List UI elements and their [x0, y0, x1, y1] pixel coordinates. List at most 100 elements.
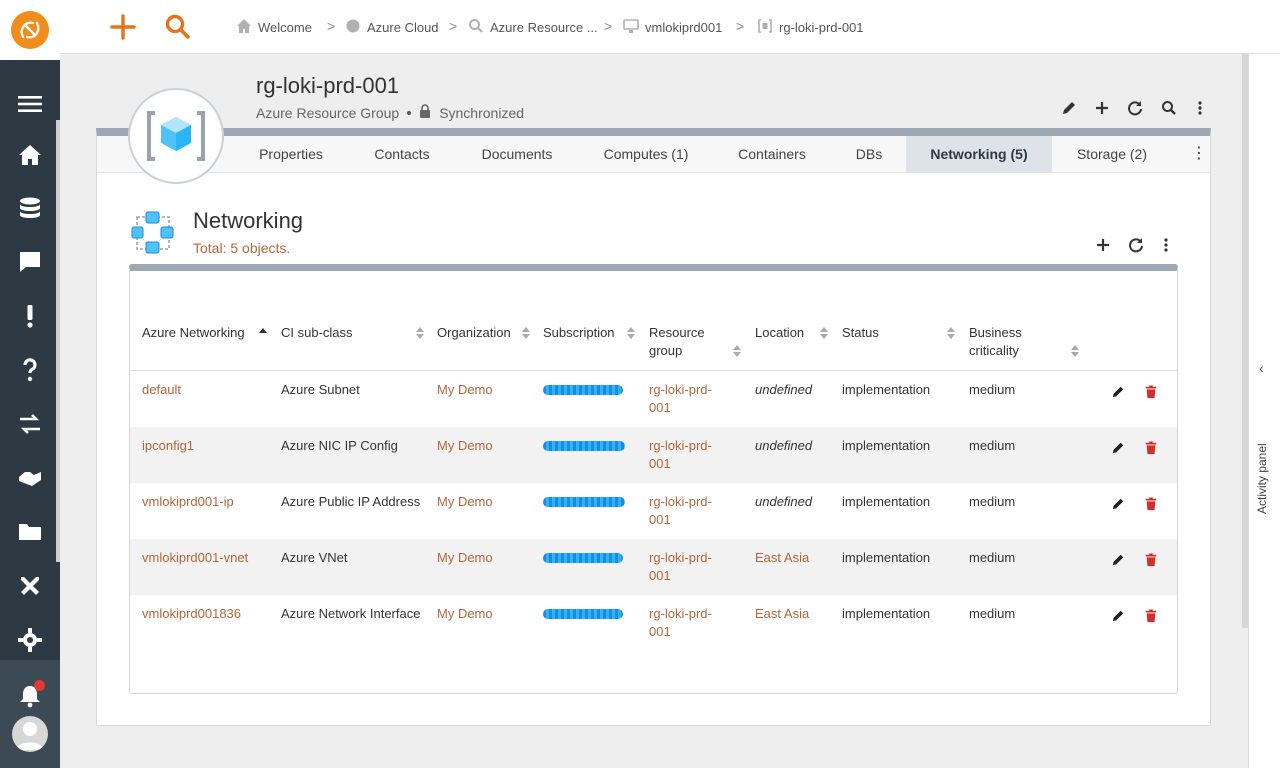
column-header-azure-networking[interactable]: Azure Networking — [142, 324, 245, 342]
user-avatar[interactable] — [12, 716, 48, 752]
breadcrumb-azure-resource[interactable]: Azure Resource ... — [468, 18, 598, 37]
tab-properties[interactable]: Properties — [242, 136, 340, 172]
cell-location: undefined — [755, 494, 813, 509]
table-row[interactable]: default Azure Subnet My Demo rg-loki-prd… — [130, 371, 1177, 427]
more-options-icon[interactable] — [1192, 100, 1210, 118]
logo-area — [0, 0, 60, 60]
cell-organization[interactable]: My Demo — [437, 549, 493, 567]
app-logo-icon[interactable] — [11, 11, 49, 49]
alert-icon[interactable] — [0, 290, 60, 342]
folder-icon[interactable] — [0, 506, 60, 558]
transfer-icon[interactable] — [0, 398, 60, 450]
menu-icon[interactable] — [0, 78, 60, 130]
delete-icon[interactable] — [1144, 497, 1160, 513]
sort-icon[interactable] — [416, 326, 424, 340]
chevron-left-icon[interactable]: ‹ — [1259, 360, 1264, 376]
tools-icon[interactable] — [0, 560, 60, 612]
tab-contacts[interactable]: Contacts — [359, 136, 445, 172]
column-header-business-criticality[interactable]: Business criticality — [969, 324, 1039, 360]
sort-icon[interactable] — [1071, 344, 1079, 358]
refresh-icon[interactable] — [1127, 100, 1145, 118]
search-icon[interactable] — [163, 12, 193, 42]
breadcrumb-azure-cloud[interactable]: Azure Cloud — [345, 18, 439, 37]
more-options-icon[interactable] — [1158, 237, 1176, 255]
refresh-icon[interactable] — [1128, 237, 1146, 255]
cell-name[interactable]: vmlokiprd001-vnet — [142, 549, 248, 567]
redacted-subscription — [543, 497, 625, 507]
breadcrumb-vm[interactable]: vmlokiprd001 — [623, 18, 722, 37]
search-icon[interactable] — [1161, 100, 1179, 118]
breadcrumb-resource-group[interactable]: rg-loki-prd-001 — [757, 18, 864, 37]
edit-icon[interactable] — [1111, 385, 1127, 401]
cell-resource-group[interactable]: rg-loki-prd-001 — [649, 381, 729, 417]
edit-icon[interactable] — [1111, 553, 1127, 569]
cell-status: implementation — [842, 382, 931, 397]
add-icon[interactable] — [1094, 100, 1112, 118]
handshake-icon[interactable] — [0, 452, 60, 504]
edit-icon[interactable] — [1111, 609, 1127, 625]
activity-panel-label[interactable]: Activity panel — [1255, 443, 1269, 514]
tab-networking[interactable]: Networking (5) — [906, 136, 1052, 172]
delete-icon[interactable] — [1144, 553, 1160, 569]
edit-icon[interactable] — [1061, 100, 1079, 118]
cell-criticality: medium — [969, 606, 1016, 621]
notifications-icon[interactable] — [0, 670, 60, 722]
cell-organization[interactable]: My Demo — [437, 437, 493, 455]
edit-icon[interactable] — [1111, 441, 1127, 457]
table-row[interactable]: vmlokiprd001-vnet Azure VNet My Demo rg-… — [130, 539, 1177, 595]
cell-subclass: Azure Subnet — [281, 382, 360, 397]
tab-computes[interactable]: Computes (1) — [590, 136, 702, 172]
settings-icon[interactable] — [0, 614, 60, 666]
delete-icon[interactable] — [1144, 609, 1160, 625]
tabs-more-icon[interactable]: ⋮ — [1191, 136, 1207, 172]
table-row[interactable]: vmlokiprd001836 Azure Network Interface … — [130, 595, 1177, 651]
cell-resource-group[interactable]: rg-loki-prd-001 — [649, 437, 729, 473]
cell-organization[interactable]: My Demo — [437, 605, 493, 623]
cell-organization[interactable]: My Demo — [437, 493, 493, 511]
sort-icon[interactable] — [733, 344, 741, 358]
tab-storage[interactable]: Storage (2) — [1065, 136, 1159, 172]
breadcrumb-welcome[interactable]: Welcome — [236, 18, 312, 37]
cell-location[interactable]: East Asia — [755, 549, 809, 567]
column-header-status[interactable]: Status — [842, 324, 879, 342]
tab-containers[interactable]: Containers — [723, 136, 821, 172]
tab-documents[interactable]: Documents — [465, 136, 569, 172]
sort-icon[interactable] — [522, 326, 530, 340]
cell-name[interactable]: ipconfig1 — [142, 437, 194, 455]
sort-icon[interactable] — [820, 326, 828, 340]
column-header-ci-subclass[interactable]: CI sub-class — [281, 324, 353, 342]
add-network-icon[interactable] — [1095, 237, 1113, 255]
cell-resource-group[interactable]: rg-loki-prd-001 — [649, 605, 729, 641]
cell-resource-group[interactable]: rg-loki-prd-001 — [649, 493, 729, 529]
cell-name[interactable]: vmlokiprd001836 — [142, 605, 241, 623]
edit-icon[interactable] — [1111, 497, 1127, 513]
cell-organization[interactable]: My Demo — [437, 381, 493, 399]
resource-group-icon — [757, 18, 773, 37]
sort-asc-icon[interactable] — [259, 326, 267, 340]
cell-location[interactable]: East Asia — [755, 605, 809, 623]
sort-icon[interactable] — [627, 326, 635, 340]
column-header-resource-group[interactable]: Resource group — [649, 324, 719, 360]
activity-panel[interactable]: ‹ Activity panel — [1248, 54, 1280, 768]
redacted-subscription — [543, 609, 623, 619]
cell-status: implementation — [842, 438, 931, 453]
delete-icon[interactable] — [1144, 441, 1160, 457]
help-icon[interactable] — [0, 344, 60, 396]
column-header-subscription[interactable]: Subscription — [543, 324, 615, 342]
column-header-location[interactable]: Location — [755, 324, 804, 342]
cell-resource-group[interactable]: rg-loki-prd-001 — [649, 549, 729, 585]
chat-icon[interactable] — [0, 236, 60, 288]
cell-name[interactable]: vmlokiprd001-ip — [142, 493, 234, 511]
database-icon[interactable] — [0, 183, 60, 235]
sort-icon[interactable] — [947, 326, 955, 340]
networking-icon — [131, 211, 175, 255]
table-row[interactable]: ipconfig1 Azure NIC IP Config My Demo rg… — [130, 427, 1177, 483]
home-icon[interactable] — [0, 129, 60, 181]
delete-icon[interactable] — [1144, 385, 1160, 401]
table-row[interactable]: vmlokiprd001-ip Azure Public IP Address … — [130, 483, 1177, 539]
cell-name[interactable]: default — [142, 381, 181, 399]
add-icon[interactable] — [108, 12, 138, 42]
column-header-organization[interactable]: Organization — [437, 324, 511, 342]
tab-dbs[interactable]: DBs — [841, 136, 897, 172]
sidebar-scrollbar[interactable] — [56, 120, 60, 562]
